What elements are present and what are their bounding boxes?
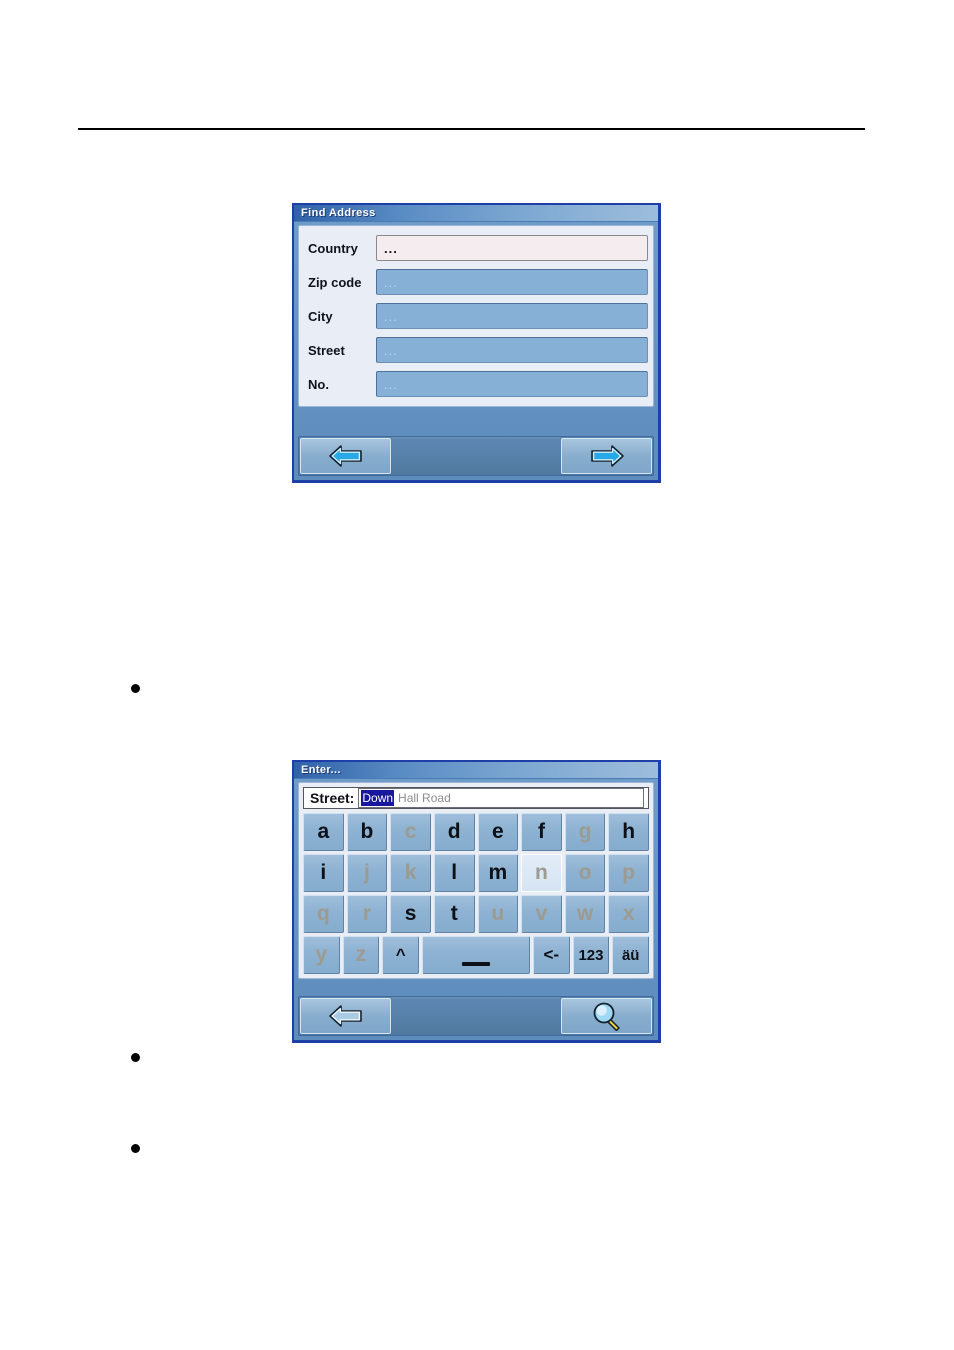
find-address-title: Find Address: [301, 207, 376, 219]
label-street: Street: [308, 342, 345, 358]
keyboard-row: y z ^ <- 123 äü: [303, 936, 650, 974]
label-city: City: [308, 308, 333, 324]
form-row-country: Country ...: [304, 231, 648, 265]
back-button[interactable]: [300, 438, 391, 474]
form-row-city: City ...: [304, 299, 648, 333]
list-item-bullet: [131, 684, 140, 693]
keyboard-row: a b c d e f g h: [303, 813, 649, 851]
street-input-selection: Down: [361, 790, 395, 806]
field-street[interactable]: ...: [376, 337, 648, 363]
key-w[interactable]: w: [564, 895, 606, 933]
form-row-street: Street ...: [304, 333, 648, 367]
find-address-titlebar: Find Address: [294, 205, 658, 222]
key-q[interactable]: q: [303, 895, 344, 933]
find-address-toolbar: [298, 436, 654, 476]
search-button[interactable]: [561, 998, 652, 1034]
key-e[interactable]: e: [477, 813, 519, 851]
key-accents[interactable]: äü: [612, 936, 650, 974]
key-g[interactable]: g: [564, 813, 606, 851]
key-r[interactable]: r: [346, 895, 388, 933]
key-d[interactable]: d: [433, 813, 475, 851]
field-zip-code[interactable]: ...: [376, 269, 648, 295]
field-city[interactable]: ...: [376, 303, 648, 329]
magnifier-icon: [593, 1002, 620, 1031]
key-i[interactable]: i: [303, 854, 344, 892]
back-button[interactable]: [300, 998, 391, 1034]
enter-dialog: Enter... Street: Down Hall Road a b c d …: [292, 760, 661, 1043]
label-house-number: No.: [308, 376, 329, 392]
street-input-container[interactable]: Street: Down Hall Road: [303, 787, 649, 809]
key-l[interactable]: l: [433, 854, 475, 892]
key-a[interactable]: a: [303, 813, 344, 851]
key-j[interactable]: j: [346, 854, 388, 892]
form-row-house-number: No. ...: [304, 367, 648, 401]
field-country[interactable]: ...: [376, 235, 648, 261]
enter-toolbar: [298, 996, 654, 1036]
keyboard-panel: Street: Down Hall Road a b c d e f g h i: [298, 782, 654, 979]
key-numbers[interactable]: 123: [572, 936, 610, 974]
key-c[interactable]: c: [390, 813, 431, 851]
key-u[interactable]: u: [477, 895, 519, 933]
arrow-right-icon: [590, 445, 624, 467]
toolbar-spacer: [392, 997, 560, 1035]
key-v[interactable]: v: [521, 895, 562, 933]
street-input-label: Street:: [310, 790, 355, 806]
toolbar-spacer: [392, 437, 560, 475]
key-o[interactable]: o: [564, 854, 606, 892]
list-item-bullet: [131, 1053, 140, 1062]
key-h[interactable]: h: [608, 813, 649, 851]
arrow-left-icon: [328, 1005, 362, 1027]
key-b[interactable]: b: [346, 813, 388, 851]
key-f[interactable]: f: [521, 813, 562, 851]
label-zip-code: Zip code: [308, 274, 362, 290]
address-form-panel: Country ... Zip code ... City ... Street…: [298, 225, 654, 407]
street-input-completion: Hall Road: [398, 791, 451, 805]
key-n[interactable]: n: [521, 854, 562, 892]
key-k[interactable]: k: [390, 854, 431, 892]
key-y[interactable]: y: [303, 936, 340, 974]
enter-titlebar: Enter...: [294, 762, 658, 779]
keyboard-row: q r s t u v w x: [303, 895, 649, 933]
enter-title: Enter...: [301, 764, 341, 776]
enter-dialog-body: Enter... Street: Down Hall Road a b c d …: [294, 762, 658, 1040]
space-underscore-icon: [462, 962, 491, 966]
key-z[interactable]: z: [342, 936, 380, 974]
key-space[interactable]: [422, 936, 530, 974]
key-s[interactable]: s: [390, 895, 431, 933]
key-p[interactable]: p: [608, 854, 649, 892]
field-house-number[interactable]: ...: [376, 371, 648, 397]
key-shift[interactable]: ^: [382, 936, 420, 974]
find-address-dialog: Find Address Country ... Zip code ... Ci…: [292, 203, 661, 483]
page-header-rule: [78, 128, 865, 130]
key-backspace[interactable]: <-: [532, 936, 570, 974]
forward-button[interactable]: [561, 438, 652, 474]
form-row-zip-code: Zip code ...: [304, 265, 648, 299]
find-address-dialog-body: Find Address Country ... Zip code ... Ci…: [294, 205, 658, 480]
key-m[interactable]: m: [477, 854, 519, 892]
list-item-bullet: [131, 1144, 140, 1153]
arrow-left-icon: [328, 445, 362, 467]
key-t[interactable]: t: [433, 895, 475, 933]
keyboard-row: i j k l m n o p: [303, 854, 649, 892]
label-country: Country: [308, 240, 358, 256]
street-input[interactable]: Down Hall Road: [358, 788, 644, 808]
key-x[interactable]: x: [608, 895, 649, 933]
